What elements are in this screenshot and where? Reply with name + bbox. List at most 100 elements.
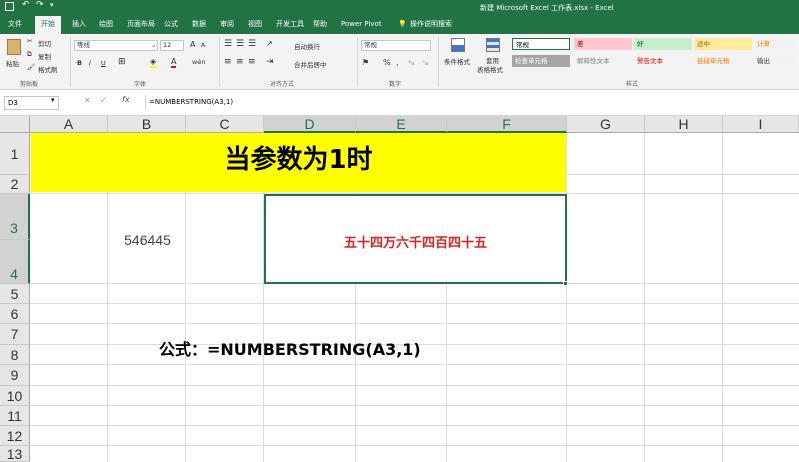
row-header-8[interactable]: 8 [0,345,30,365]
align-bottom-icon[interactable]: ☰ [248,39,256,49]
cell-style-6[interactable]: 解释性文本 [574,55,632,67]
percent-button[interactable]: % [383,58,391,67]
redo-icon[interactable]: ↷ [36,0,44,10]
tab-data[interactable]: 数据 [192,18,206,34]
cell-style-2[interactable]: 好 [634,38,692,50]
row-header-6[interactable]: 6 [0,304,30,324]
copy-icon[interactable]: ⧉ [27,50,32,59]
cut-button[interactable]: 剪切 [38,38,51,48]
format-as-table-line2[interactable]: 表格格式 [477,64,503,74]
align-top-icon[interactable]: ☰ [224,39,232,49]
column-header-c[interactable]: C [186,116,264,133]
tab-power-pivot[interactable]: Power Pivot [341,18,382,34]
font-name-dropdown-icon[interactable]: ⌄ [151,41,156,49]
enter-icon[interactable]: ✓ [100,96,107,105]
format-as-table-icon[interactable] [486,38,500,52]
customize-quick-access-icon[interactable]: ▾ [50,1,54,9]
column-header-e[interactable]: E [356,116,447,133]
tell-me-search[interactable]: 操作说明搜索 [410,18,452,34]
select-all-corner[interactable] [0,116,30,133]
fill-color-icon[interactable]: ◈ [150,57,157,68]
align-right-icon[interactable]: ≡ [248,57,256,67]
cell-style-1[interactable]: 差 [574,38,632,50]
formula-input[interactable]: =NUMBERSTRING(A3,1) [145,95,795,110]
comma-button[interactable]: , [396,58,399,67]
cell-style-9[interactable]: 输出 [754,55,797,67]
merge-center-button[interactable]: 合并后居中 [294,59,327,69]
row-header-7[interactable]: 7 [0,324,30,345]
column-header-h[interactable]: H [645,116,723,133]
cell-style-8[interactable]: 链接单元格 [694,55,752,67]
bold-button[interactable]: B [77,59,82,67]
tab-page-layout[interactable]: 页面布局 [127,18,155,34]
italic-button[interactable]: I [89,59,91,67]
row-header-3[interactable]: 3 [0,194,30,240]
indent-icon[interactable]: ⇥ [266,57,274,67]
tab-review[interactable]: 审阅 [220,18,234,34]
column-header-g[interactable]: G [567,116,645,133]
row-header-10[interactable]: 10 [0,386,30,406]
cancel-icon[interactable]: ✕ [84,96,91,105]
decrease-decimal-icon[interactable]: ⁻₀ [422,59,428,67]
column-header-i[interactable]: I [723,116,799,133]
shrink-font-button[interactable]: A [201,42,205,49]
conditional-formatting-icon[interactable] [451,38,465,52]
column-header-f[interactable]: F [447,116,567,133]
tab-view[interactable]: 视图 [248,18,262,34]
alignment-group-label: 对齐方式 [270,81,295,88]
name-box-dropdown-icon[interactable]: ▾ [51,96,55,104]
align-middle-icon[interactable]: ☰ [236,39,244,49]
tab-help[interactable]: 帮助 [313,18,327,34]
currency-icon[interactable]: ⚑ [362,58,369,67]
cell-style-5[interactable]: 检查单元格 [512,55,570,67]
phonetic-guide-button[interactable]: wén [192,58,205,66]
paste-button[interactable]: 粘贴 [6,58,19,68]
tab-home[interactable]: 开始 [35,16,61,34]
fill-handle[interactable] [563,281,568,286]
row-header-11[interactable]: 11 [0,406,30,426]
orientation-icon[interactable]: ↗ [266,39,273,48]
align-center-icon[interactable]: ≡ [236,57,244,67]
row-header-9[interactable]: 9 [0,365,30,386]
align-left-icon[interactable]: ≡ [224,57,232,67]
conditional-formatting-button[interactable]: 条件格式 [444,56,470,66]
font-name-box[interactable]: 等线 [74,40,158,51]
tab-insert[interactable]: 插入 [72,18,86,34]
cell-style-4[interactable]: 计算 [754,38,797,50]
number-format-box[interactable]: 常规 [361,40,431,51]
underline-button[interactable]: U [101,59,106,67]
borders-icon[interactable]: ⊞ [118,57,126,67]
row-header-5[interactable]: 5 [0,284,30,304]
row-header-13[interactable]: 13 [0,446,30,462]
tab-developer[interactable]: 开发工具 [276,18,304,34]
grow-font-button[interactable]: A [190,40,195,49]
increase-decimal-icon[interactable]: ⁺₀ [408,59,414,67]
tab-draw[interactable]: 绘图 [99,18,113,34]
column-header-b[interactable]: B [108,116,186,133]
column-header-d[interactable]: D [264,116,356,133]
worksheet-grid[interactable]: ABCDEFGHI 1 2 3 4 5 6 7 8 9 10 11 12 13 当参数为1时 54644… [0,116,799,462]
cell-style-7[interactable]: 警告文本 [634,55,692,67]
tab-formulas[interactable]: 公式 [164,18,178,34]
cut-icon[interactable]: ✂ [27,37,32,45]
row-header-4[interactable]: 4 [0,240,30,284]
paste-icon[interactable] [7,39,21,55]
format-painter-icon[interactable]: 🖌 [27,63,35,71]
undo-icon[interactable]: ↶ [22,0,30,10]
wrap-text-button[interactable]: 自动换行 [294,41,320,51]
row-header-2[interactable]: 2 [0,175,30,194]
format-painter-button[interactable]: 格式刷 [38,64,58,74]
copy-button[interactable]: 复制 [38,51,51,61]
save-icon[interactable] [5,2,14,11]
tab-file[interactable]: 文件 [8,18,22,34]
number-value-cell[interactable]: 546445 [31,232,264,248]
column-header-a[interactable]: A [30,116,108,133]
font-size-box[interactable]: 12 [160,40,184,51]
document-title: 新建 Microsoft Excel 工作表.xlsx - Excel [480,4,614,12]
cell-style-3[interactable]: 适中 [694,38,752,50]
cell-style-0[interactable]: 常规 [512,38,570,50]
row-header-1[interactable]: 1 [0,133,30,175]
font-color-button[interactable]: A [171,57,177,68]
insert-function-button[interactable]: fx [122,95,130,104]
row-header-12[interactable]: 12 [0,426,30,446]
